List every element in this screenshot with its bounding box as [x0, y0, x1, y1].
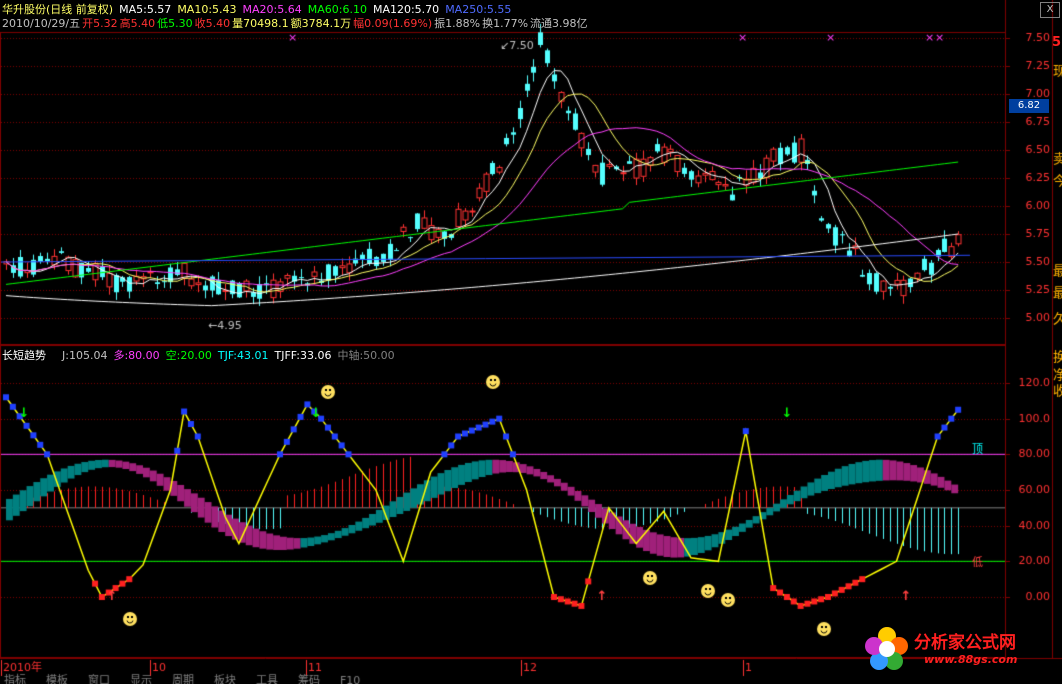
amplitude-readout: 振1.88%: [434, 17, 481, 30]
low-readout: 低5.30: [157, 17, 193, 30]
price-header: 华升股份(日线 前复权) MA5:5.57 MA10:5.43 MA20:5.64 MA…: [2, 3, 517, 16]
float-readout: 流通3.98亿: [530, 17, 588, 30]
logo-url: www.88gs.com: [924, 653, 1018, 666]
turnover-readout: 换1.77%: [482, 17, 529, 30]
flower-logo-icon: [865, 627, 908, 670]
ma5-readout: MA5:5.57: [119, 3, 172, 16]
kong-readout: 空:20.00: [165, 349, 212, 362]
amount-readout: 额3784.1万: [290, 17, 352, 30]
site-logo: 分析家公式网 www.88gs.com: [862, 622, 1062, 678]
high-readout: 高5.40: [119, 17, 156, 30]
ma20-readout: MA20:5.64: [242, 3, 302, 16]
close-readout: 收5.40: [194, 17, 231, 30]
change-readout: 幅0.09(1.69%): [353, 17, 433, 30]
duo-readout: 多:80.00: [113, 349, 160, 362]
kline-chart-canvas[interactable]: [0, 0, 1062, 684]
tjf-readout: TJF:43.01: [217, 349, 269, 362]
ma120-readout: MA120:5.70: [372, 3, 440, 16]
top-right-label: 5: [1052, 35, 1062, 50]
close-button[interactable]: X: [1040, 2, 1060, 18]
volume-readout: 量70498.1: [232, 17, 289, 30]
indicator-header: 长短趋势 J:105.04 多:80.00 空:20.00 TJF:43.01 TJFF:…: [2, 349, 401, 362]
open-readout: 开5.32: [82, 17, 118, 30]
stock-name: 华升股份(日线 前复权): [2, 3, 114, 16]
indicator-name: 长短趋势: [2, 349, 46, 362]
j-readout: J:105.04: [62, 349, 108, 362]
zhongzhou-readout: 中轴:50.00: [337, 349, 395, 362]
current-price-tag: 6.82: [1009, 99, 1049, 113]
tjff-readout: TJFF:33.06: [274, 349, 332, 362]
ma10-readout: MA10:5.43: [177, 3, 237, 16]
ma250-readout: MA250:5.55: [445, 3, 512, 16]
ohlc-header: 2010/10/29/五 开5.32 高5.40 低5.30 收5.40 量70498.1…: [2, 17, 594, 30]
date-readout: 2010/10/29/五: [2, 17, 81, 30]
ma60-readout: MA60:6.10: [307, 3, 367, 16]
logo-text: 分析家公式网: [914, 633, 1016, 653]
